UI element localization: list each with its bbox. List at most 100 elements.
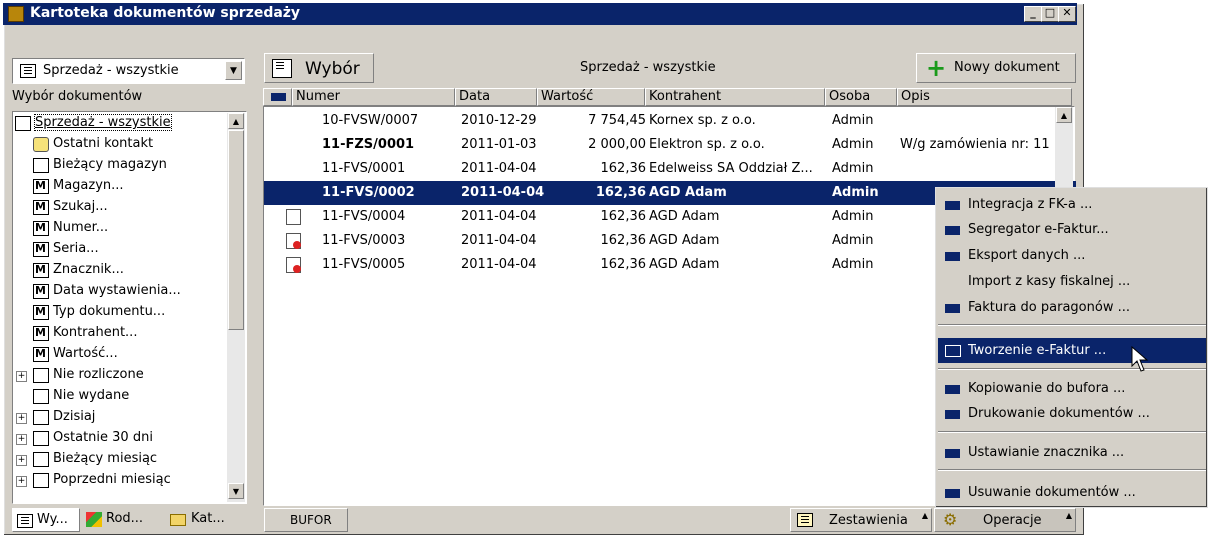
scroll-up-icon[interactable]: ▲: [228, 113, 244, 129]
expand-icon[interactable]: +: [16, 455, 27, 466]
expand-icon[interactable]: +: [16, 434, 27, 445]
tree-item[interactable]: Bieżący magazyn: [13, 156, 238, 176]
menu-separator: [938, 431, 1206, 433]
tree-item[interactable]: Ostatni kontakt: [13, 135, 238, 155]
tab-katalogi-label: Kat...: [191, 511, 225, 526]
tree-item[interactable]: Nie wydane: [13, 387, 238, 407]
column-osoba[interactable]: Osoba: [825, 88, 897, 106]
menu-item-label: Kopiowanie do bufora ...: [968, 381, 1126, 396]
cell-numer: 11-FVS/0002: [322, 185, 415, 200]
column-kontrahent[interactable]: Kontrahent: [645, 88, 825, 106]
tree-item[interactable]: + Dzisiaj: [13, 408, 238, 428]
tab-wybor[interactable]: Wy...: [12, 508, 80, 532]
scroll-up-icon[interactable]: ▲: [1056, 107, 1072, 123]
document-tree[interactable]: Sprzedaż - wszystkie Ostatni kontakt Bieżą…: [12, 111, 247, 504]
expand-icon[interactable]: +: [16, 371, 27, 382]
binoculars-icon: [33, 347, 49, 362]
cell-kontrahent: AGD Adam: [649, 257, 720, 272]
tree-item[interactable]: + Bieżący miesiąc: [13, 450, 238, 470]
section-label: Wybór dokumentów: [12, 89, 143, 104]
cell-kontrahent: Kornex sp. z o.o.: [649, 113, 756, 128]
cell-data: 2011-01-03: [461, 137, 537, 152]
maximize-button[interactable]: □: [1041, 6, 1059, 22]
scroll-thumb[interactable]: [228, 130, 244, 330]
document-icon: [33, 410, 49, 425]
table-row[interactable]: 11-FVS/0001 2011-04-04 162,36 Edelweiss SA …: [264, 157, 1076, 181]
menu-item[interactable]: Drukowanie dokumentów ...: [938, 401, 1206, 426]
tab-katalogi[interactable]: Kat...: [164, 508, 244, 532]
menu-item[interactable]: Faktura do paragonów ...: [938, 295, 1206, 320]
menu-separator: [938, 368, 1206, 370]
column-numer[interactable]: Numer: [292, 88, 455, 106]
menu-item[interactable]: Kopiowanie do bufora ...: [938, 376, 1206, 401]
menu-item[interactable]: Tworzenie e-Faktur ...: [938, 338, 1206, 363]
selection-combo-value: Sprzedaż - wszystkie: [43, 63, 179, 78]
new-document-button[interactable]: + Nowy dokument: [916, 53, 1076, 83]
tree-item-label: Kontrahent...: [53, 325, 138, 340]
expand-icon[interactable]: +: [16, 413, 27, 424]
tree-item[interactable]: + Nie rozliczone: [13, 366, 238, 386]
filter-caption: Sprzedaż - wszystkie: [580, 60, 716, 75]
tree-item[interactable]: Magazyn...: [13, 177, 238, 197]
tree-item[interactable]: Seria...: [13, 240, 238, 260]
cell-osoba: Admin: [832, 137, 874, 152]
menu-item[interactable]: Integracja z FK-a ...: [938, 192, 1206, 217]
column-opis[interactable]: Opis: [897, 88, 1072, 106]
column-wartosc[interactable]: Wartość: [537, 88, 645, 106]
tree-item[interactable]: + Ostatnie 30 dni: [13, 429, 238, 449]
tab-rodzaje[interactable]: Rod...: [82, 508, 162, 532]
tree-item[interactable]: Numer...: [13, 219, 238, 239]
column-selector-icon: [271, 93, 286, 101]
tree-item[interactable]: Szukaj...: [13, 198, 238, 218]
edoc-error-icon: [286, 257, 301, 273]
expand-icon[interactable]: +: [16, 476, 27, 487]
menu-square-icon: [945, 410, 960, 419]
tree-item-label: Wartość...: [53, 346, 118, 361]
tree-item-label: Dzisiaj: [53, 409, 96, 424]
scroll-down-icon[interactable]: ▼: [228, 483, 244, 499]
cell-numer: 10-FVSW/0007: [322, 113, 419, 128]
column-selector[interactable]: [263, 88, 292, 106]
menu-item[interactable]: Eksport danych ...: [938, 243, 1206, 268]
tree-item-label: Seria...: [53, 241, 99, 256]
minimize-button[interactable]: _: [1024, 6, 1042, 22]
menu-item[interactable]: Usuwanie dokumentów ...: [938, 480, 1206, 505]
title-bar[interactable]: Kartoteka dokumentów sprzedaży _ □ ✕: [3, 3, 1077, 25]
menu-item[interactable]: Import z kasy fiskalnej ...: [938, 269, 1206, 294]
tree-item[interactable]: Sprzedaż - wszystkie: [13, 114, 238, 134]
bufor-label: BUFOR: [290, 513, 332, 527]
tree-item[interactable]: Kontrahent...: [13, 324, 238, 344]
cell-wartosc: 162,36: [595, 185, 646, 200]
binoculars-icon: [33, 284, 49, 299]
cell-data: 2010-12-29: [461, 113, 537, 128]
table-row[interactable]: 10-FVSW/0007 2010-12-29 7 754,45 Kornex sp.…: [264, 109, 1076, 133]
close-button[interactable]: ✕: [1058, 6, 1076, 22]
column-data[interactable]: Data: [455, 88, 537, 106]
tree-item-label: Magazyn...: [53, 178, 124, 193]
cell-data: 2011-04-04: [461, 161, 537, 176]
menu-item-label: Segregator e-Faktur...: [968, 222, 1109, 237]
cell-kontrahent: AGD Adam: [649, 185, 727, 200]
mode-button[interactable]: Wybór: [264, 53, 374, 83]
tree-item[interactable]: + Poprzedni miesiąc: [13, 471, 238, 491]
tree-item[interactable]: Wartość...: [13, 345, 238, 365]
bufor-button[interactable]: BUFOR: [264, 508, 348, 532]
menu-item[interactable]: Ustawianie znacznika ...: [938, 440, 1206, 465]
chevron-down-icon[interactable]: ▼: [225, 61, 242, 80]
selection-combo[interactable]: Sprzedaż - wszystkie ▼: [12, 58, 245, 84]
table-row[interactable]: 11-FZS/0001 2011-01-03 2 000,00 Elektron sp…: [264, 133, 1076, 157]
category-colors-icon: [86, 512, 102, 527]
tree-scrollbar[interactable]: ▲ ▼: [227, 113, 245, 502]
menu-square-icon: [945, 449, 960, 458]
zestawienia-button[interactable]: Zestawienia ▲: [790, 508, 932, 532]
tree-item[interactable]: Data wystawienia...: [13, 282, 238, 302]
tree-item[interactable]: Znacznik...: [13, 261, 238, 281]
operacje-button[interactable]: ⚙ Operacje ▲: [934, 508, 1076, 532]
tree-item[interactable]: Typ dokumentu...: [13, 303, 238, 323]
cell-numer: 11-FZS/0001: [322, 137, 415, 152]
cell-kontrahent: Elektron sp. z o.o.: [649, 137, 765, 152]
document-icon: [33, 431, 49, 446]
cell-osoba: Admin: [832, 161, 874, 176]
list-scrollbar[interactable]: ▲: [1055, 107, 1073, 187]
menu-item[interactable]: Segregator e-Faktur...: [938, 217, 1206, 242]
